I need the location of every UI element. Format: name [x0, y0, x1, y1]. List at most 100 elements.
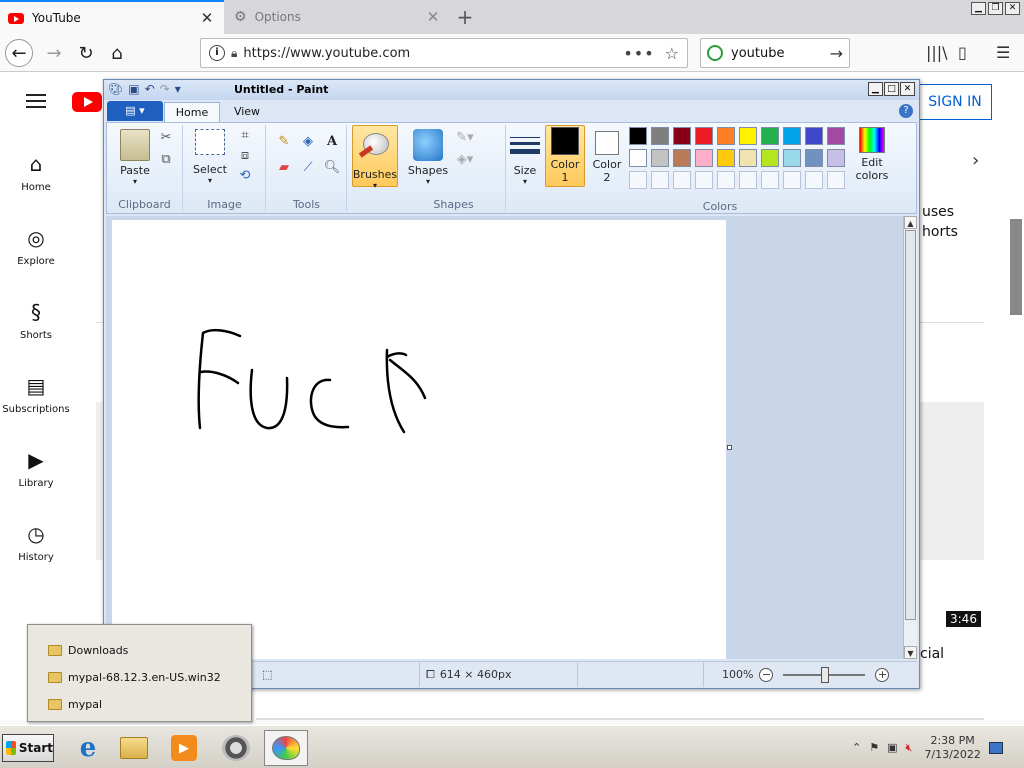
- taskbar-mypal[interactable]: [214, 730, 258, 766]
- palette-swatch[interactable]: [827, 127, 845, 145]
- nav-shorts[interactable]: § Shorts: [0, 300, 72, 341]
- back-arrow-icon[interactable]: ←: [5, 39, 33, 67]
- undo-icon[interactable]: ↶: [145, 82, 155, 96]
- tab-home[interactable]: Home: [164, 102, 220, 122]
- color2-button[interactable]: Color 2: [585, 127, 629, 184]
- paint-app-icon[interactable]: 🎨︎: [108, 82, 123, 96]
- palette-swatch[interactable]: [651, 149, 669, 167]
- taskbar-internet-explorer[interactable]: e: [66, 730, 110, 766]
- maximize-icon[interactable]: □: [884, 82, 899, 96]
- scrollbar-thumb[interactable]: [905, 230, 916, 620]
- video-title-fragment[interactable]: cial: [920, 646, 944, 662]
- edit-colors-button[interactable]: Edit colors: [847, 127, 897, 182]
- scroll-down-icon[interactable]: ▼: [904, 646, 917, 659]
- volume-muted-icon[interactable]: 🔇︎: [906, 741, 913, 755]
- custom-color-slot[interactable]: [673, 171, 691, 189]
- close-icon[interactable]: ✕: [1005, 2, 1020, 15]
- palette-swatch[interactable]: [805, 149, 823, 167]
- palette-swatch[interactable]: [739, 149, 757, 167]
- color-picker-icon[interactable]: ⟋: [299, 159, 317, 177]
- nav-subscriptions[interactable]: ▤ Subscriptions: [0, 374, 72, 415]
- palette-swatch[interactable]: [761, 127, 779, 145]
- zoom-out-icon[interactable]: −: [759, 667, 774, 682]
- save-icon[interactable]: ▣: [128, 82, 139, 96]
- custom-color-slot[interactable]: [827, 171, 845, 189]
- custom-color-slot[interactable]: [629, 171, 647, 189]
- palette-swatch[interactable]: [629, 127, 647, 145]
- close-tab-icon[interactable]: ✕: [424, 8, 442, 26]
- canvas-scrollbar[interactable]: ▲ ▼: [903, 216, 917, 659]
- eraser-icon[interactable]: ▰: [275, 159, 293, 177]
- size-button[interactable]: Size ▾: [503, 129, 547, 186]
- close-tab-icon[interactable]: ✕: [198, 9, 216, 27]
- text-tool-icon[interactable]: A: [323, 133, 341, 151]
- fill-icon[interactable]: ◈▾: [456, 151, 474, 169]
- crop-icon[interactable]: ⌗: [236, 127, 254, 145]
- show-desktop-icon[interactable]: [988, 741, 1003, 754]
- palette-swatch[interactable]: [739, 127, 757, 145]
- zoom-slider-knob[interactable]: [821, 666, 830, 683]
- youtube-logo-icon[interactable]: [72, 92, 102, 112]
- close-icon[interactable]: ✕: [900, 82, 915, 96]
- custom-color-slot[interactable]: [783, 171, 801, 189]
- new-tab-icon[interactable]: +: [452, 4, 478, 30]
- tab-options[interactable]: ⚙ Options ✕: [226, 0, 450, 34]
- url-bar[interactable]: i 🔒︎ https://www.youtube.com ••• ☆: [200, 38, 688, 68]
- custom-color-slot[interactable]: [739, 171, 757, 189]
- custom-color-slot[interactable]: [761, 171, 779, 189]
- menu-icon[interactable]: [26, 94, 46, 108]
- jump-item-mypal-installer[interactable]: mypal-68.12.3.en-US.win32: [48, 666, 221, 688]
- help-icon[interactable]: ?: [899, 104, 913, 118]
- palette-swatch[interactable]: [761, 149, 779, 167]
- page-scrollbar-thumb[interactable]: [1010, 219, 1022, 315]
- sidebar-icon[interactable]: ▯: [958, 43, 967, 62]
- taskbar-file-explorer[interactable]: [112, 730, 156, 766]
- custom-color-slot[interactable]: [695, 171, 713, 189]
- nav-explore[interactable]: ◎ Explore: [0, 226, 72, 267]
- tab-view[interactable]: View: [224, 102, 270, 122]
- shapes-button[interactable]: Shapes ▾: [406, 129, 450, 186]
- video-title-fragment[interactable]: uses horts: [922, 202, 958, 242]
- jump-item-mypal[interactable]: mypal: [48, 693, 102, 715]
- palette-swatch[interactable]: [717, 127, 735, 145]
- rotate-icon[interactable]: ⟲: [236, 167, 254, 185]
- redo-icon[interactable]: ↷: [160, 82, 170, 96]
- cut-icon[interactable]: ✂: [157, 129, 175, 147]
- outline-icon[interactable]: ✎▾: [456, 129, 474, 147]
- zoom-in-icon[interactable]: +: [875, 667, 890, 682]
- chevron-right-icon[interactable]: ›: [972, 150, 979, 171]
- action-center-flag-icon[interactable]: ⚑: [869, 741, 879, 754]
- minimize-icon[interactable]: ▁: [971, 2, 986, 15]
- palette-swatch[interactable]: [695, 149, 713, 167]
- magnifier-icon[interactable]: 🔍︎: [323, 159, 341, 177]
- jump-item-downloads[interactable]: Downloads: [48, 639, 128, 661]
- paint-menu-button[interactable]: ▤ ▾: [107, 101, 163, 121]
- custom-color-slot[interactable]: [805, 171, 823, 189]
- palette-swatch[interactable]: [827, 149, 845, 167]
- forward-arrow-icon[interactable]: →: [40, 39, 68, 67]
- clock[interactable]: 2:38 PM 7/13/2022: [924, 734, 980, 762]
- show-hidden-icons[interactable]: ⌃: [852, 741, 861, 754]
- search-go-arrow-icon[interactable]: →: [830, 44, 843, 63]
- palette-swatch[interactable]: [717, 149, 735, 167]
- custom-color-slot[interactable]: [717, 171, 735, 189]
- fill-bucket-icon[interactable]: ◈: [299, 133, 317, 151]
- resize-icon[interactable]: ⧈: [236, 147, 254, 165]
- tab-youtube[interactable]: YouTube ✕: [0, 0, 224, 34]
- palette-swatch[interactable]: [783, 149, 801, 167]
- sign-in-button[interactable]: SIGN IN: [918, 84, 992, 120]
- nav-library[interactable]: ▶ Library: [0, 448, 72, 489]
- select-button[interactable]: Select ▾: [188, 129, 232, 185]
- custom-color-slot[interactable]: [651, 171, 669, 189]
- taskbar-media-player[interactable]: ▶: [162, 730, 206, 766]
- customize-toolbar-icon[interactable]: ▾: [175, 82, 181, 96]
- home-icon[interactable]: ⌂: [103, 39, 131, 67]
- pencil-icon[interactable]: ✎: [275, 133, 293, 151]
- url-text[interactable]: https://www.youtube.com: [243, 46, 623, 61]
- paste-button[interactable]: Paste ▾: [113, 129, 157, 186]
- palette-swatch[interactable]: [805, 127, 823, 145]
- page-actions-icon[interactable]: •••: [623, 44, 654, 63]
- video-thumbnail[interactable]: [920, 402, 984, 560]
- palette-swatch[interactable]: [783, 127, 801, 145]
- palette-swatch[interactable]: [695, 127, 713, 145]
